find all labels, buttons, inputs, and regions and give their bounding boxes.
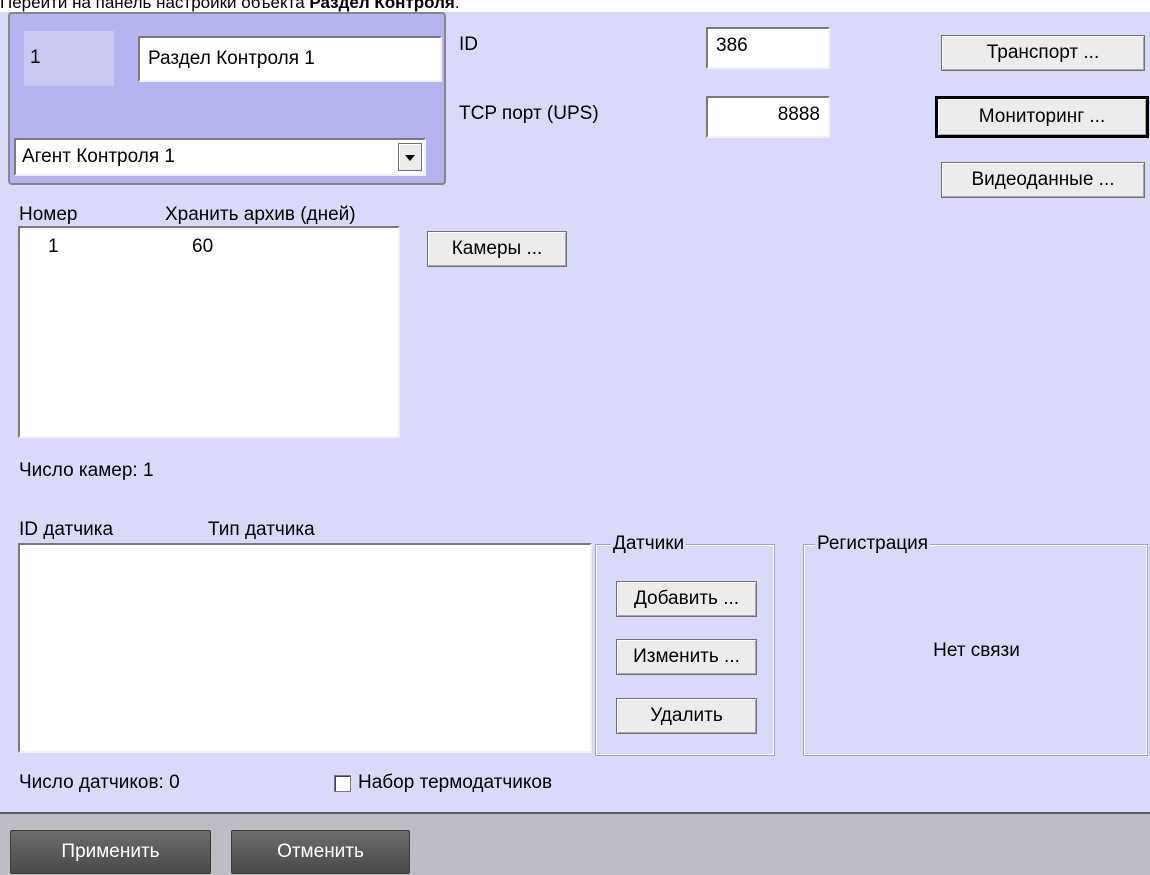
sensor-count: Число датчиков: 0 <box>19 772 180 793</box>
camera-row-archive[interactable]: 60 <box>192 236 213 258</box>
thermo-checkbox[interactable] <box>334 775 351 792</box>
parent-select-value: Агент Контроля 1 <box>22 146 175 167</box>
cameras-header-archive: Хранить архив (дней) <box>165 204 356 225</box>
bottom-bar: Применить Отменить <box>0 812 1150 875</box>
sensors-header-id: ID датчика <box>19 519 114 540</box>
parent-select[interactable]: Агент Контроля 1 <box>14 138 426 176</box>
tcp-port-field[interactable]: 8888 <box>706 96 830 138</box>
registration-group-title: Регистрация <box>815 533 931 555</box>
camera-row-number[interactable]: 1 <box>48 236 59 258</box>
cameras-header-number: Номер <box>19 204 78 225</box>
video-button[interactable]: Видеоданные ... <box>941 162 1145 198</box>
object-box: 1 Раздел Контроля 1 Агент Контроля 1 <box>8 12 446 185</box>
sensors-header-type: Тип датчика <box>208 519 315 540</box>
chevron-down-icon <box>405 155 415 161</box>
object-number[interactable]: 1 <box>30 47 41 69</box>
id-field[interactable]: 386 <box>706 27 830 69</box>
settings-panel: 1 Раздел Контроля 1 Агент Контроля 1 ID … <box>0 12 1150 875</box>
apply-button[interactable]: Применить <box>10 830 211 874</box>
cameras-list[interactable]: 1 60 <box>18 226 400 438</box>
monitoring-button[interactable]: Мониторинг ... <box>935 96 1149 138</box>
transport-button[interactable]: Транспорт ... <box>941 35 1145 71</box>
camera-count: Число камер: 1 <box>19 460 154 481</box>
instruction-text: Перейти на панель настройки объекта Разд… <box>0 0 1150 12</box>
edit-sensor-button[interactable]: Изменить ... <box>616 639 757 675</box>
tcp-port-label: TCP порт (UPS) <box>459 103 599 124</box>
dropdown-button[interactable] <box>398 143 422 171</box>
registration-group: Регистрация Нет связи <box>803 533 1148 756</box>
object-name-field[interactable]: Раздел Контроля 1 <box>138 36 442 82</box>
cameras-button[interactable]: Камеры ... <box>427 231 567 267</box>
id-label: ID <box>459 34 478 55</box>
object-name-bold: Раздел Контроля <box>309 0 455 12</box>
add-sensor-button[interactable]: Добавить ... <box>616 581 757 617</box>
delete-sensor-button[interactable]: Удалить <box>616 698 757 734</box>
sensors-group-title: Датчики <box>611 533 687 555</box>
cancel-button[interactable]: Отменить <box>231 830 410 874</box>
sensors-list[interactable] <box>18 543 592 753</box>
registration-status: Нет связи <box>933 640 1020 661</box>
thermo-checkbox-label[interactable]: Набор термодатчиков <box>358 772 552 794</box>
